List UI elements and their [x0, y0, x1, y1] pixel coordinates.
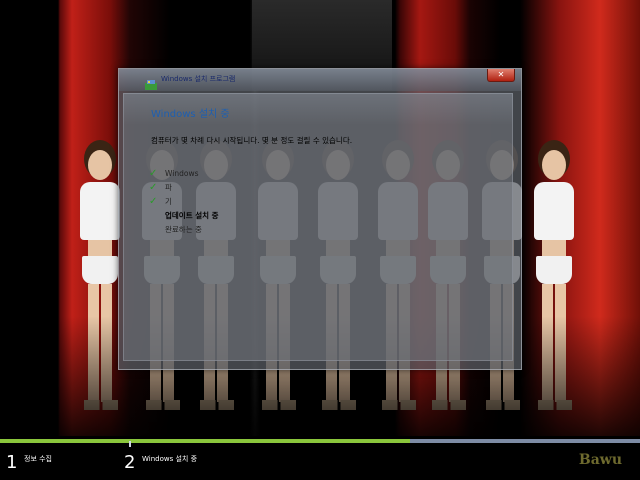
restart-message: 컴퓨터가 몇 차례 다시 시작됩니다. 몇 분 정도 걸릴 수 있습니다. — [151, 136, 353, 145]
figure — [532, 150, 576, 420]
step-item: ✓ 파 — [149, 181, 219, 195]
step-item: ✓ Windows — [149, 167, 219, 181]
phase-label: 정보 수집 — [24, 455, 52, 463]
progress-divider — [129, 441, 131, 447]
setup-progress-bar: 1 정보 수집 2 Windows 설치 중 Bawu — [0, 436, 640, 480]
close-button[interactable]: ✕ — [487, 69, 515, 82]
check-icon: ✓ — [149, 196, 158, 207]
close-icon: ✕ — [497, 70, 505, 79]
step-item: ✓ 기 — [149, 195, 219, 209]
step-label: Windows — [165, 169, 199, 178]
step-item: 완료하는 중 — [149, 223, 219, 237]
step-list: ✓ Windows ✓ 파 ✓ 기 업데이트 설치 중 완료하는 중 — [149, 167, 219, 237]
step-item-current: 업데이트 설치 중 — [149, 209, 219, 223]
title-bar[interactable]: Windows 설치 프로그램 ✕ — [119, 69, 521, 91]
window-title: Windows 설치 프로그램 — [161, 75, 236, 83]
step-label: 완료하는 중 — [165, 225, 202, 234]
phase-number: 1 — [6, 452, 18, 473]
check-icon: ✓ — [149, 182, 158, 193]
progress-fill — [0, 439, 410, 443]
step-label: 기 — [165, 197, 172, 206]
progress-track — [0, 439, 640, 447]
page-heading: Windows 설치 중 — [151, 109, 230, 120]
setup-icon — [145, 75, 157, 90]
step-label: 파 — [165, 183, 172, 192]
phase-number: 2 — [124, 452, 136, 473]
check-icon: ✓ — [149, 168, 158, 179]
step-label: 업데이트 설치 중 — [165, 211, 219, 220]
figure — [78, 150, 122, 420]
brand-logo: Bawu — [578, 452, 622, 468]
setup-window: Windows 설치 프로그램 ✕ Windows 설치 중 컴퓨터가 몇 차례… — [118, 68, 522, 370]
phase-label: Windows 설치 중 — [142, 455, 198, 463]
